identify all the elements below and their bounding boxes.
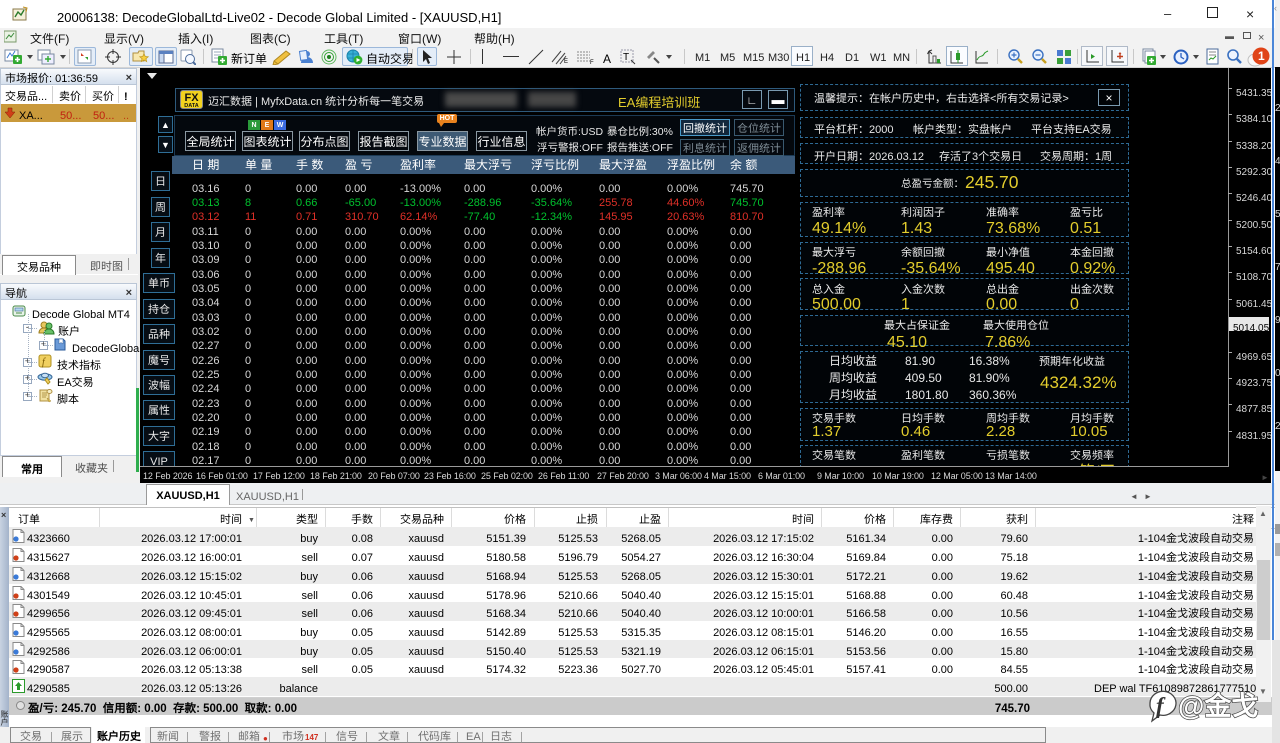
svg-text:E: E xyxy=(564,56,568,65)
svg-text:F: F xyxy=(590,57,594,65)
svg-text:T: T xyxy=(623,49,629,63)
svg-text:@金戈: @金戈 xyxy=(1178,688,1258,723)
svg-text:1: 1 xyxy=(1258,47,1265,64)
